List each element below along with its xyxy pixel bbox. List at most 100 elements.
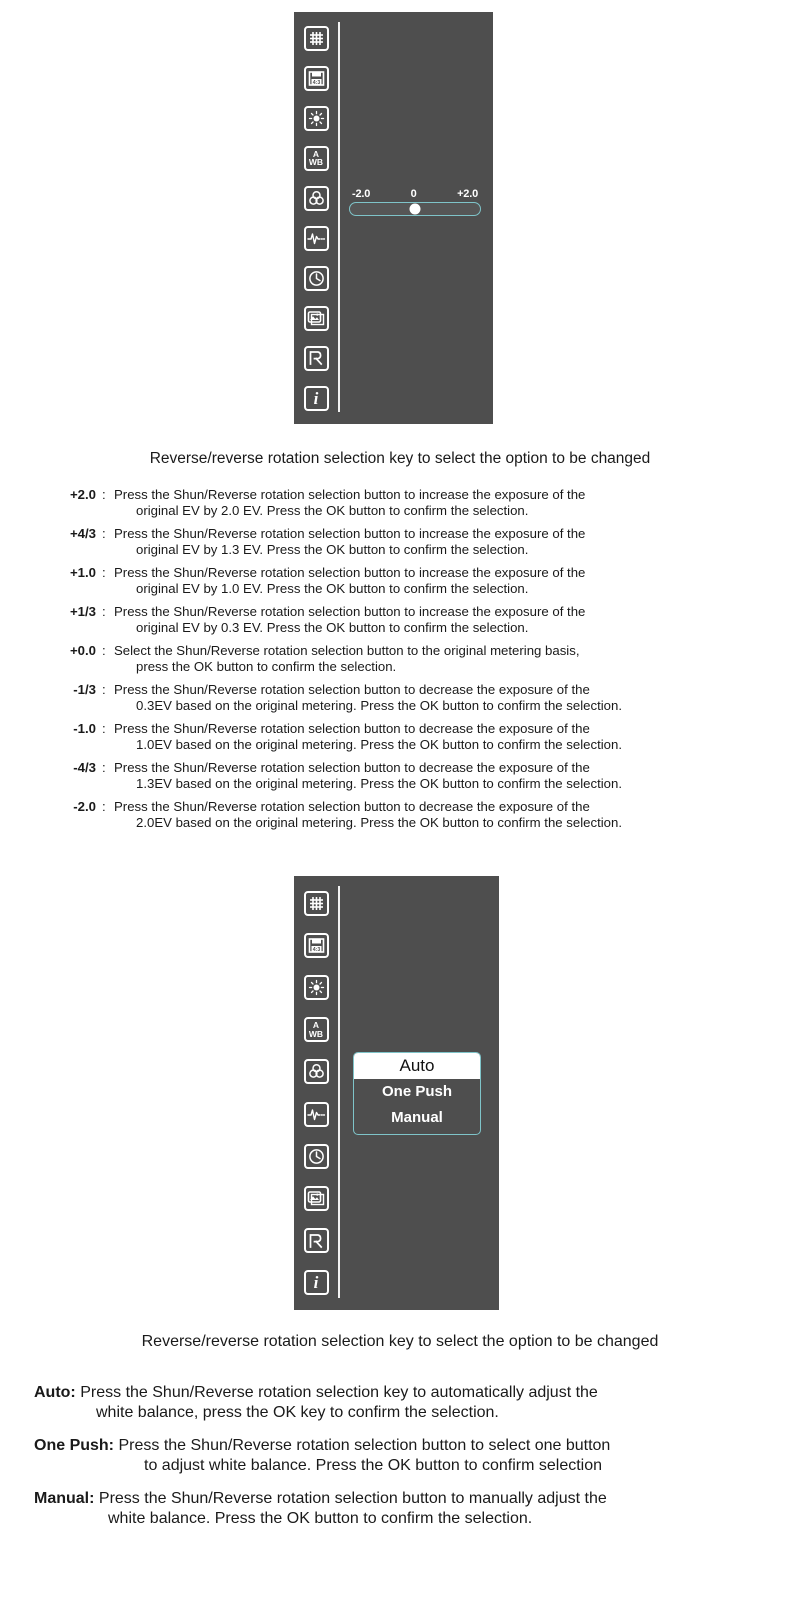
list-item: Manual: Press the Shun/Reverse rotation … (34, 1489, 774, 1529)
separator-colon: : (102, 487, 106, 502)
desc-line-2: original EV by 1.3 EV. Press the OK butt… (136, 541, 529, 557)
exposure-description: Press the Shun/Reverse rotation selectio… (112, 565, 752, 596)
list-item: +0.0 : Select the Shun/Reverse rotation … (52, 643, 752, 674)
exposure-slider-track[interactable] (349, 202, 481, 216)
caption-white-balance: Reverse/reverse rotation selection key t… (141, 1333, 659, 1350)
aspect-ratio-icon[interactable]: 4:3 (303, 932, 329, 958)
color-wheel-icon[interactable] (303, 1059, 329, 1085)
reset-icon[interactable] (303, 1228, 329, 1254)
slider-tick-mid: 0 (410, 188, 417, 200)
exposure-description: Press the Shun/Reverse rotation selectio… (112, 487, 752, 518)
desc-line-2: original EV by 0.3 EV. Press the OK butt… (136, 619, 529, 635)
exposure-slider-knob[interactable] (409, 203, 421, 215)
desc-line-2: 2.0EV based on the original metering. Pr… (136, 814, 623, 830)
wb-desc-line-1: Press the Shun/Reverse rotation selectio… (98, 1490, 607, 1507)
wb-term: Manual: (34, 1490, 95, 1507)
awb-wb-label: WB (308, 1028, 324, 1039)
svg-text:4:3: 4:3 (312, 80, 320, 86)
exposure-description: Press the Shun/Reverse rotation selectio… (112, 604, 752, 635)
exposure-compensation-slider[interactable]: -2.0 0 +2.0 (349, 188, 481, 216)
separator-colon: : (102, 682, 106, 697)
desc-line-2: original EV by 1.0 EV. Press the OK butt… (136, 580, 529, 596)
white-balance-dropdown[interactable]: Auto One Push Manual (353, 1052, 481, 1135)
caption-exposure: Reverse/reverse rotation selection key t… (149, 450, 651, 467)
list-item: +1.0 : Press the Shun/Reverse rotation s… (52, 565, 752, 596)
grid-icon[interactable] (303, 890, 329, 916)
aspect-ratio-icon[interactable]: 4:3 (303, 65, 329, 91)
desc-line-1: Press the Shun/Reverse rotation selectio… (114, 721, 590, 736)
camera-osd-panel-exposure: 4:3 A WB i -2.0 0 +2.0 (294, 12, 493, 424)
exposure-description: Press the Shun/Reverse rotation selectio… (112, 721, 752, 752)
image-stack-icon[interactable] (303, 1185, 329, 1211)
brightness-icon[interactable] (303, 105, 329, 131)
auto-white-balance-icon[interactable]: A WB (303, 1017, 329, 1043)
list-item: +2.0 : Press the Shun/Reverse rotation s… (52, 487, 752, 518)
waveform-icon[interactable] (303, 225, 329, 251)
image-stack-icon[interactable] (303, 305, 329, 331)
list-item: +4/3 : Press the Shun/Reverse rotation s… (52, 526, 752, 557)
svg-text:4:3: 4:3 (312, 947, 320, 953)
exposure-key: +2.0 (69, 487, 96, 502)
desc-line-2: press the OK button to confirm the selec… (136, 658, 397, 674)
osd-content-area: Auto One Push Manual (340, 876, 499, 1310)
wb-desc-line-1: Press the Shun/Reverse rotation selectio… (118, 1437, 611, 1454)
info-icon[interactable]: i (303, 385, 329, 411)
desc-line-2: 1.3EV based on the original metering. Pr… (136, 775, 623, 791)
wb-term: One Push: (34, 1437, 115, 1454)
desc-line-2: original EV by 2.0 EV. Press the OK butt… (136, 502, 529, 518)
osd-icon-bar: 4:3 A WB i (294, 876, 338, 1310)
exposure-option-list: +2.0 : Press the Shun/Reverse rotation s… (52, 487, 752, 838)
desc-line-1: Press the Shun/Reverse rotation selectio… (114, 565, 586, 580)
color-wheel-icon[interactable] (303, 185, 329, 211)
exposure-key: +1.0 (69, 565, 96, 580)
clock-icon[interactable] (303, 1143, 329, 1169)
info-letter: i (313, 1273, 319, 1293)
list-item: One Push: Press the Shun/Reverse rotatio… (34, 1436, 774, 1476)
camera-osd-panel-white-balance: 4:3 A WB i Auto One Push Manual (294, 876, 499, 1310)
wb-option-manual[interactable]: Manual (354, 1105, 480, 1131)
slider-tick-max: +2.0 (457, 188, 478, 200)
wb-term: Auto: (34, 1384, 76, 1401)
exposure-slider-ticks: -2.0 0 +2.0 (349, 188, 481, 202)
separator-colon: : (102, 604, 106, 619)
list-item: -4/3 : Press the Shun/Reverse rotation s… (52, 760, 752, 791)
desc-line-1: Press the Shun/Reverse rotation selectio… (114, 760, 590, 775)
list-item: -1.0 : Press the Shun/Reverse rotation s… (52, 721, 752, 752)
separator-colon: : (102, 799, 106, 814)
exposure-key: +1/3 (69, 604, 96, 619)
clock-icon[interactable] (303, 265, 329, 291)
list-item: Auto: Press the Shun/Reverse rotation se… (34, 1383, 774, 1423)
exposure-description: Press the Shun/Reverse rotation selectio… (112, 799, 752, 830)
desc-line-1: Press the Shun/Reverse rotation selectio… (114, 799, 590, 814)
brightness-icon[interactable] (303, 974, 329, 1000)
list-item: -2.0 : Press the Shun/Reverse rotation s… (52, 799, 752, 830)
page-root: 4:3 A WB i -2.0 0 +2.0 Reverse/reverse r… (0, 0, 800, 1600)
separator-colon: : (102, 643, 106, 658)
list-item: -1/3 : Press the Shun/Reverse rotation s… (52, 682, 752, 713)
wb-desc-line-1: Press the Shun/Reverse rotation selectio… (80, 1384, 598, 1401)
exposure-key: -4/3 (73, 760, 96, 775)
white-balance-option-list: Auto: Press the Shun/Reverse rotation se… (34, 1383, 774, 1542)
desc-line-1: Press the Shun/Reverse rotation selectio… (114, 682, 590, 697)
wb-desc-line-2: to adjust white balance. Press the OK bu… (144, 1457, 603, 1474)
desc-line-1: Press the Shun/Reverse rotation selectio… (114, 526, 586, 541)
separator-colon: : (102, 526, 106, 541)
info-letter: i (313, 388, 319, 408)
exposure-key: +4/3 (69, 526, 96, 541)
exposure-key: +0.0 (69, 643, 96, 658)
exposure-key: -2.0 (73, 799, 96, 814)
exposure-description: Press the Shun/Reverse rotation selectio… (112, 526, 752, 557)
waveform-icon[interactable] (303, 1101, 329, 1127)
exposure-description: Select the Shun/Reverse rotation selecti… (112, 643, 752, 674)
wb-option-one-push[interactable]: One Push (354, 1079, 480, 1105)
info-icon[interactable]: i (303, 1270, 329, 1296)
reset-icon[interactable] (303, 345, 329, 371)
separator-colon: : (102, 760, 106, 775)
grid-icon[interactable] (303, 25, 329, 51)
desc-line-2: 1.0EV based on the original metering. Pr… (136, 736, 623, 752)
auto-white-balance-icon[interactable]: A WB (303, 145, 329, 171)
exposure-description: Press the Shun/Reverse rotation selectio… (112, 760, 752, 791)
exposure-key: -1.0 (73, 721, 96, 736)
wb-option-auto[interactable]: Auto (354, 1053, 480, 1079)
desc-line-1: Press the Shun/Reverse rotation selectio… (114, 604, 586, 619)
